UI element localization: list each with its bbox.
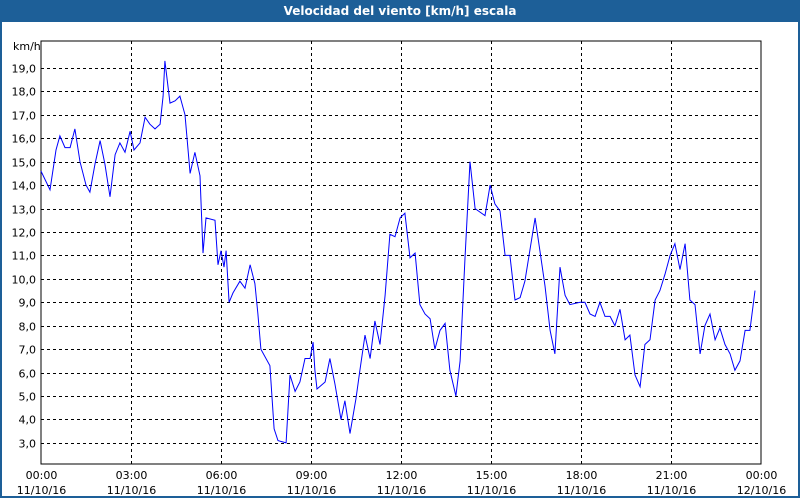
- y-tick-label: 11,0: [12, 250, 37, 263]
- x-tick-time: 00:00: [26, 469, 58, 482]
- x-tick-time: 00:00: [746, 469, 778, 482]
- x-tick-time: 03:00: [116, 469, 148, 482]
- y-tick-label: 7,0: [19, 344, 37, 357]
- y-axis-unit-label: km/h: [13, 40, 41, 53]
- y-tick-label: 3,0: [19, 438, 37, 451]
- x-tick-date: 11/10/16: [467, 484, 516, 497]
- x-tick-date: 11/10/16: [197, 484, 246, 497]
- y-tick-label: 8,0: [19, 321, 37, 334]
- x-tick-date: 11/10/16: [107, 484, 156, 497]
- y-tick-label: 14,0: [12, 180, 37, 193]
- x-tick-date: 11/10/16: [557, 484, 606, 497]
- x-tick-date: 11/10/16: [287, 484, 336, 497]
- x-tick-date: 11/10/16: [647, 484, 696, 497]
- x-tick-time: 06:00: [206, 469, 238, 482]
- y-tick-label: 12,0: [12, 227, 37, 240]
- y-tick-label: 13,0: [12, 204, 37, 217]
- y-tick-label: 18,0: [12, 86, 37, 99]
- y-tick-label: 9,0: [19, 297, 37, 310]
- y-tick-label: 5,0: [19, 391, 37, 404]
- x-tick-date: 11/10/16: [377, 484, 426, 497]
- y-tick-label: 4,0: [19, 414, 37, 427]
- x-tick-date: 12/10/16: [737, 484, 786, 497]
- x-tick-time: 12:00: [386, 469, 418, 482]
- y-tick-label: 16,0: [12, 133, 37, 146]
- x-tick-time: 21:00: [656, 469, 688, 482]
- y-tick-label: 15,0: [12, 157, 37, 170]
- y-tick-label: 10,0: [12, 274, 37, 287]
- wind-speed-chart: km/h 3,0 4,0 5,0 6,0 7,0 8,0 9,0 10,0 11,0 12,0 13…: [12, 40, 787, 497]
- x-tick-time: 18:00: [566, 469, 598, 482]
- wind-speed-line: [40, 60, 756, 444]
- y-tick-label: 19,0: [12, 63, 37, 76]
- y-tick-label: 6,0: [19, 368, 37, 381]
- x-tick-date: 11/10/16: [17, 484, 66, 497]
- x-tick-time: 09:00: [296, 469, 328, 482]
- x-tick-time: 15:00: [476, 469, 508, 482]
- y-tick-label: 17,0: [12, 110, 37, 123]
